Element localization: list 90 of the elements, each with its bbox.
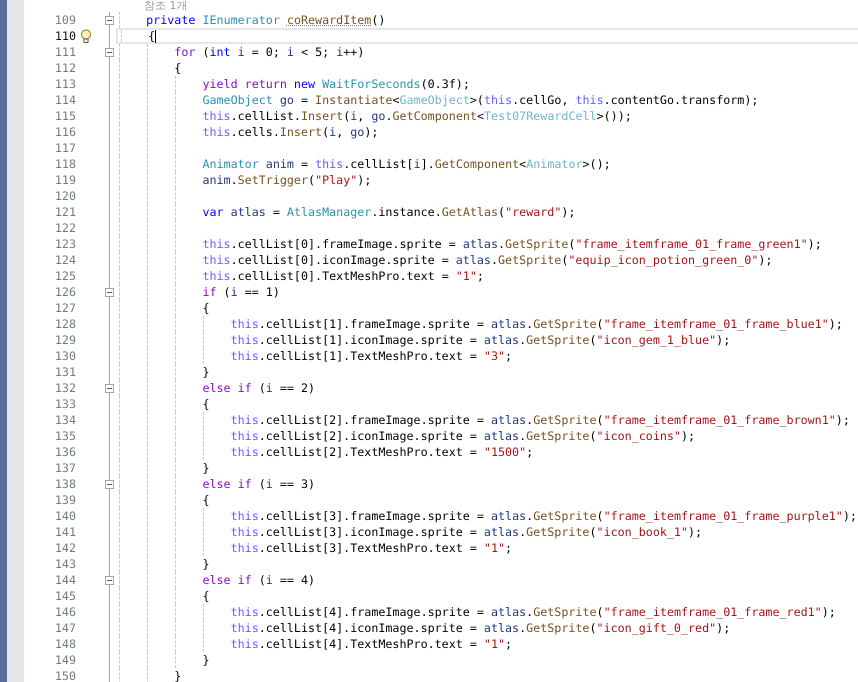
code-line: this.cellList[1].frameImage.sprite = atlas.GetSprite("frame_itemframe_01_frame_blue1"); — [230, 316, 843, 332]
line-number: 111 — [54, 44, 76, 60]
code-line: { — [173, 60, 182, 76]
line-number: 131 — [54, 364, 76, 380]
lightbulb-icon[interactable] — [80, 28, 92, 44]
code-line: this.cellList[3].iconImage.sprite = atlas.GetSprite("icon_book_1"); — [230, 524, 702, 540]
code-line: this.cellList.Insert(i, go.GetComponent<Test07RewardCell>()); — [201, 108, 632, 124]
fold-toggle[interactable] — [104, 480, 114, 488]
line-number: 110 — [54, 28, 76, 44]
line-number: 147 — [54, 620, 76, 636]
fold-toggle[interactable] — [104, 48, 114, 56]
line-number: 136 — [54, 444, 76, 460]
line-number: 117 — [54, 140, 76, 156]
code-line: private IEnumerator coRewardItem() — [145, 12, 386, 28]
code-line: else if (i == 2) — [201, 380, 316, 396]
line-number: 122 — [54, 220, 76, 236]
code-line: this.cellList[2].frameImage.sprite = atlas.GetSprite("frame_itemframe_01_frame_brown1"); — [230, 412, 850, 428]
line-number: 133 — [54, 396, 76, 412]
code-line: this.cellList[0].iconImage.sprite = atlas.GetSprite("equip_icon_potion_green_0"); — [201, 252, 772, 268]
code-line: } — [201, 460, 210, 476]
line-number: 140 — [54, 508, 76, 524]
code-line: var atlas = AtlasManager.instance.GetAtlas("reward"); — [201, 204, 576, 220]
line-number: 134 — [54, 412, 76, 428]
code-line: this.cellList[4].frameImage.sprite = atlas.GetSprite("frame_itemframe_01_frame_red1"); — [230, 604, 836, 620]
code-line: anim.SetTrigger("Play"); — [201, 172, 372, 188]
line-number: 115 — [54, 108, 76, 124]
code-line: this.cellList[2].TextMeshPro.text = "1500"; — [230, 444, 534, 460]
line-number: 146 — [54, 604, 76, 620]
line-number: 126 — [54, 284, 76, 300]
line-number: 145 — [54, 588, 76, 604]
code-line: this.cellList[0].TextMeshPro.text = "1"; — [201, 268, 484, 284]
code-line: yield return new WaitForSeconds(0.3f); — [201, 76, 470, 92]
code-line: this.cellList[4].iconImage.sprite = atlas.GetSprite("icon_gift_0_red"); — [230, 620, 730, 636]
code-line: this.cellList[4].TextMeshPro.text = "1"; — [230, 636, 512, 652]
code-line: } — [201, 364, 210, 380]
code-line: { — [201, 396, 210, 412]
line-number: 137 — [54, 460, 76, 476]
text-cursor — [155, 30, 156, 42]
line-number: 120 — [54, 188, 76, 204]
fold-toggle[interactable] — [104, 384, 114, 392]
code-line: } — [201, 652, 210, 668]
line-number: 116 — [54, 124, 76, 140]
codelens-references[interactable]: 참조 1개 — [144, 0, 188, 13]
line-number: 149 — [54, 652, 76, 668]
code-line: } — [173, 668, 182, 682]
line-number: 148 — [54, 636, 76, 652]
code-line: Animator anim = this.cellList[i].GetComponent<Animator>(); — [201, 156, 611, 172]
line-number: 118 — [54, 156, 76, 172]
line-number: 130 — [54, 348, 76, 364]
code-line: { — [201, 492, 210, 508]
line-number: 129 — [54, 332, 76, 348]
line-number: 109 — [54, 12, 76, 28]
code-line: GameObject go = Instantiate<GameObject>(this.cellGo, this.contentGo.transform); — [201, 92, 758, 108]
code-line: this.cellList[0].frameImage.sprite = atlas.GetSprite("frame_itemframe_01_frame_green1"); — [201, 236, 822, 252]
code-line: if (i == 1) — [201, 284, 280, 300]
line-number: 132 — [54, 380, 76, 396]
code-line: this.cellList[2].iconImage.sprite = atlas.GetSprite("icon_coins"); — [230, 428, 696, 444]
line-number: 123 — [54, 236, 76, 252]
code-line: this.cellList[1].TextMeshPro.text = "3"; — [230, 348, 512, 364]
line-number: 119 — [54, 172, 76, 188]
line-number: 121 — [54, 204, 76, 220]
line-number: 143 — [54, 556, 76, 572]
fold-toggle[interactable] — [104, 576, 114, 584]
code-line: { — [147, 28, 156, 44]
code-line: else if (i == 3) — [201, 476, 316, 492]
line-number: 114 — [54, 92, 76, 108]
line-number: 138 — [54, 476, 76, 492]
line-number: 135 — [54, 428, 76, 444]
line-number: 124 — [54, 252, 76, 268]
code-line: for (int i = 0; i < 5; i++) — [173, 44, 364, 60]
code-line: { — [201, 300, 210, 316]
line-number: 125 — [54, 268, 76, 284]
line-number: 112 — [54, 60, 76, 76]
code-line: this.cellList[1].iconImage.sprite = atlas.GetSprite("icon_gem_1_blue"); — [230, 332, 730, 348]
code-line: this.cellList[3].TextMeshPro.text = "1"; — [230, 540, 512, 556]
line-number: 128 — [54, 316, 76, 332]
line-number: 150 — [54, 668, 76, 682]
fold-toggle[interactable] — [104, 288, 114, 296]
code-line: this.cells.Insert(i, go); — [201, 124, 378, 140]
code-line: else if (i == 4) — [201, 572, 316, 588]
line-number: 139 — [54, 492, 76, 508]
line-number: 142 — [54, 540, 76, 556]
code-line: { — [201, 588, 210, 604]
line-number: 144 — [54, 572, 76, 588]
line-number: 113 — [54, 76, 76, 92]
fold-toggle[interactable] — [104, 16, 114, 24]
line-number: 127 — [54, 300, 76, 316]
code-line: this.cellList[3].frameImage.sprite = atlas.GetSprite("frame_itemframe_01_frame_purple1"); — [230, 508, 857, 524]
line-number: 141 — [54, 524, 76, 540]
code-line: } — [201, 556, 210, 572]
